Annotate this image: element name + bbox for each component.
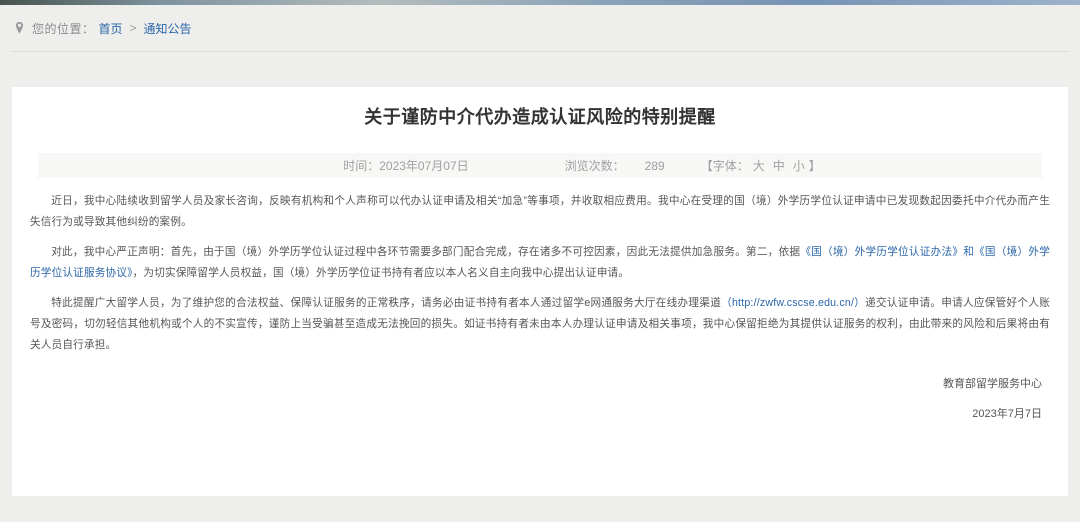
paragraph-text: 特此提醒广大留学人员，为了维护您的合法权益、保障认证服务的正常秩序，请务必由证书… bbox=[51, 297, 722, 309]
breadcrumb-link-notices[interactable]: 通知公告 bbox=[144, 20, 192, 37]
font-size-control: 【字体： 大 中 小 】 bbox=[701, 157, 821, 174]
font-size-small-button[interactable]: 小 bbox=[793, 157, 805, 174]
meta-time-label: 时间： bbox=[343, 159, 380, 173]
font-size-medium-button[interactable]: 中 bbox=[773, 157, 785, 174]
paragraph-text: 近日，我中心陆续收到留学人员及家长咨询，反映有机构和个人声称可以代办认证申请及相… bbox=[30, 195, 1050, 228]
article-body: 近日，我中心陆续收到留学人员及家长咨询，反映有机构和个人声称可以代办认证申请及相… bbox=[30, 191, 1050, 356]
breadcrumb-link-home[interactable]: 首页 bbox=[99, 20, 123, 37]
font-control-prefix: 【字体： bbox=[700, 159, 749, 173]
breadcrumb: 您的位置： 首页 > 通知公告 bbox=[10, 5, 1070, 52]
signature-date: 2023年7月7日 bbox=[972, 408, 1042, 420]
meta-views: 浏览次数： 289 bbox=[565, 157, 665, 174]
article-card: 关于谨防中介代办造成认证风险的特别提醒 时间：2023年07月07日 浏览次数：… bbox=[12, 87, 1068, 496]
font-size-large-button[interactable]: 大 bbox=[753, 157, 765, 174]
location-pin-icon bbox=[14, 21, 25, 35]
meta-views-value: 289 bbox=[644, 159, 665, 173]
inline-link[interactable]: （http://zwfw.cscse.edu.cn/） bbox=[721, 297, 865, 309]
breadcrumb-separator: > bbox=[129, 21, 137, 35]
paragraph-text: 对此，我中心严正声明：首先，由于国（境）外学历学位认证过程中各环节需要多部门配合… bbox=[51, 246, 801, 258]
page-title: 关于谨防中介代办造成认证风险的特别提醒 bbox=[364, 107, 716, 127]
breadcrumb-location-label: 您的位置： bbox=[32, 21, 95, 36]
article-paragraph: 近日，我中心陆续收到留学人员及家长咨询，反映有机构和个人声称可以代办认证申请及相… bbox=[30, 191, 1050, 233]
article-paragraph: 对此，我中心严正声明：首先，由于国（境）外学历学位认证过程中各环节需要多部门配合… bbox=[30, 242, 1050, 284]
meta-views-label: 浏览次数： bbox=[564, 159, 625, 173]
meta-time: 时间：2023年07月07日 bbox=[343, 157, 468, 174]
page: 您的位置： 首页 > 通知公告 关于谨防中介代办造成认证风险的特别提醒 时间：2… bbox=[0, 0, 1080, 522]
signature-org: 教育部留学服务中心 bbox=[943, 378, 1042, 390]
article-paragraph: 特此提醒广大留学人员，为了维护您的合法权益、保障认证服务的正常秩序，请务必由证书… bbox=[30, 293, 1050, 356]
signature-block: 教育部留学服务中心 2023年7月7日 bbox=[12, 374, 1068, 425]
font-control-suffix: 】 bbox=[808, 159, 821, 173]
meta-time-value: 2023年07月07日 bbox=[379, 159, 469, 173]
paragraph-text: ，为切实保障留学人员权益，国（境）外学历学位证书持有者应以本人名义自主向我中心提… bbox=[132, 267, 630, 279]
article-meta-bar: 时间：2023年07月07日 浏览次数： 289 【字体： 大 中 小 】 bbox=[38, 153, 1042, 178]
